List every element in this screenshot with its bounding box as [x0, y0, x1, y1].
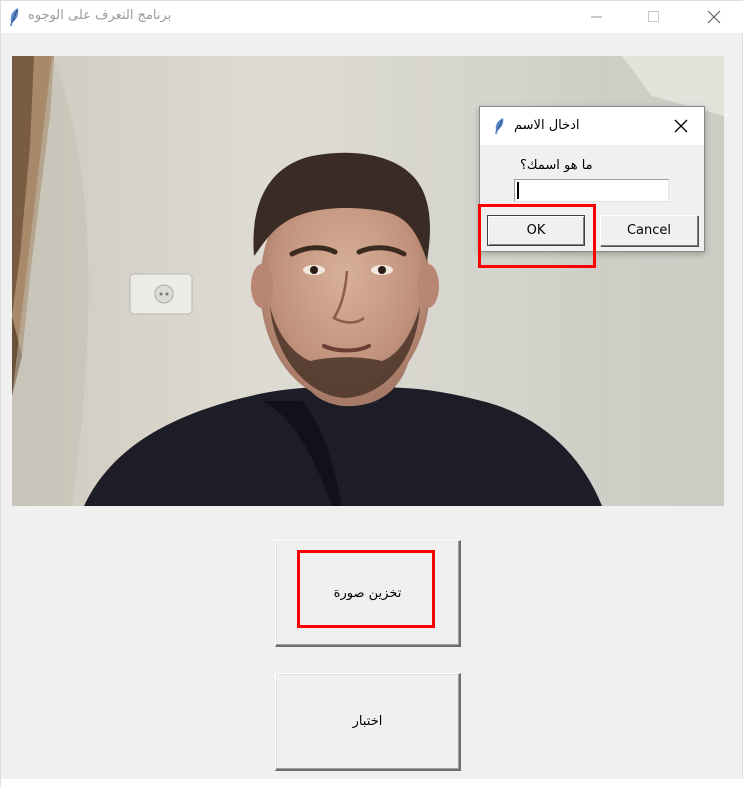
save-highlight-box — [297, 550, 435, 628]
feather-icon — [10, 8, 19, 26]
dialog-prompt: ما هو اسمك؟ — [520, 158, 593, 173]
maximize-icon — [648, 11, 659, 22]
ok-highlight-box — [478, 204, 596, 268]
close-button[interactable] — [691, 1, 737, 33]
main-window: برنامج التعرف على الوجوه ادخال الاسم ما … — [0, 0, 743, 788]
dialog-title: ادخال الاسم — [514, 118, 580, 133]
name-input[interactable] — [514, 179, 669, 202]
text-cursor — [517, 182, 519, 199]
minimize-icon — [591, 16, 602, 18]
dialog-title-bar: ادخال الاسم — [480, 107, 704, 145]
feather-icon — [495, 118, 504, 134]
close-icon[interactable] — [673, 118, 689, 134]
cancel-button[interactable]: Cancel — [600, 215, 698, 246]
window-title: برنامج التعرف على الوجوه — [28, 8, 172, 23]
maximize-button[interactable] — [631, 1, 677, 33]
close-icon — [707, 10, 721, 24]
test-button[interactable]: اختبار — [275, 673, 461, 771]
title-bar: برنامج التعرف على الوجوه — [1, 1, 743, 33]
minimize-button[interactable] — [574, 1, 620, 33]
